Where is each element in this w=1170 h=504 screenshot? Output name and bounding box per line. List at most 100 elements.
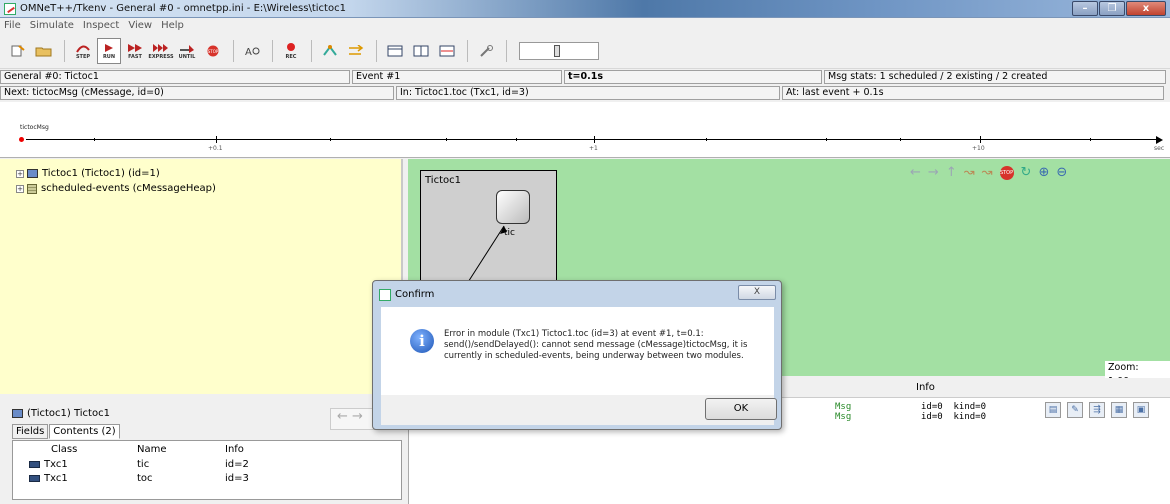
table-row[interactable]: Txc1 — [29, 459, 68, 470]
message-heap-icon — [27, 183, 37, 194]
log-msg-name: Msg — [835, 412, 852, 422]
minimize-button[interactable]: – — [1072, 1, 1098, 16]
log-msg-info: id=0 kind=0 — [921, 402, 987, 412]
timeline-message-label[interactable]: tictocMsg — [20, 124, 49, 131]
info-icon: i — [410, 329, 434, 353]
find-icon: A — [245, 47, 260, 57]
up-arrow-icon[interactable]: ↑ — [946, 165, 957, 180]
back-arrow-icon[interactable]: ← — [910, 165, 921, 180]
timeline-tick — [980, 136, 981, 143]
tree-item-tictoc1[interactable]: + Tictoc1 (Tictoc1) (id=1) — [16, 168, 160, 179]
canvas-toolbar: ← → ↑ ↝ ↝ STOP ↻ ⊕ ⊖ — [910, 165, 1074, 180]
zoom-in-icon[interactable]: ⊕ — [1038, 165, 1049, 180]
svg-text:A: A — [245, 47, 252, 57]
tab-contents[interactable]: Contents (2) — [49, 424, 120, 439]
tree-item-scheduled-events[interactable]: + scheduled-events (cMessageHeap) — [16, 183, 216, 194]
table-row[interactable]: Txc1 — [29, 473, 68, 484]
express-button[interactable]: EXPRESS — [148, 38, 174, 64]
column-header-info[interactable]: Info — [225, 444, 244, 455]
row-info: id=3 — [225, 473, 249, 484]
close-button[interactable]: x — [1126, 1, 1166, 16]
status-row-2: Next: tictocMsg (cMessage, id=0) In: Tic… — [0, 86, 1170, 100]
timeline-tick — [594, 136, 595, 143]
ok-button[interactable]: OK — [705, 398, 777, 420]
menu-view[interactable]: View — [128, 18, 152, 33]
menu-file[interactable]: File — [4, 18, 21, 33]
slider-thumb[interactable] — [554, 44, 560, 57]
tick-label: +10 — [972, 145, 985, 152]
dialog-message: Error in module (Txc1) Tictoc1.toc (id=3… — [444, 329, 748, 361]
row-name: toc — [137, 473, 153, 484]
menu-inspect[interactable]: Inspect — [83, 18, 119, 33]
inspector-tabs: Fields Contents (2) — [12, 424, 121, 439]
filter-icon[interactable]: ⇶ — [1089, 402, 1105, 418]
maximize-button[interactable]: ❐ — [1099, 1, 1125, 16]
run-button[interactable]: RUN — [97, 37, 121, 64]
redraw-icon[interactable]: ↝ — [964, 165, 975, 180]
until-button[interactable]: UNTIL — [175, 38, 199, 64]
stop-module-icon[interactable]: STOP — [999, 165, 1014, 180]
window-layout-icon — [387, 45, 403, 56]
save-log-icon[interactable]: ▣ — [1133, 402, 1149, 418]
tree-view-button[interactable] — [318, 38, 342, 64]
tick-label: +1 — [589, 145, 598, 152]
menu-bar: File Simulate Inspect View Help — [0, 18, 1170, 33]
animation-speed-slider[interactable] — [519, 41, 599, 60]
dialog-close-button[interactable]: X — [738, 285, 776, 300]
forward-arrow-icon[interactable]: → — [352, 409, 363, 424]
expand-icon[interactable]: + — [16, 184, 24, 193]
toolbar-separator — [506, 39, 507, 62]
find-objects-button[interactable]: A — [240, 38, 264, 64]
until-label: UNTIL — [178, 53, 196, 60]
menu-help[interactable]: Help — [161, 18, 184, 33]
next-module-status: In: Tictoc1.toc (Txc1, id=3) — [396, 86, 780, 100]
animate-icon[interactable]: ↝ — [982, 165, 993, 180]
next-time-status: At: last event + 0.1s — [782, 86, 1164, 100]
info-column-header[interactable]: Info — [916, 382, 935, 393]
copy-icon[interactable]: ▤ — [1045, 402, 1061, 418]
relayout-icon[interactable]: ↻ — [1021, 165, 1032, 180]
forward-arrow-icon[interactable]: → — [928, 165, 939, 180]
stop-button[interactable]: STOP — [201, 38, 225, 64]
layout-full-button[interactable] — [383, 38, 407, 64]
timeline-tick — [826, 138, 827, 141]
timeline-axis — [26, 139, 1158, 140]
layout-icon[interactable]: ▦ — [1111, 402, 1127, 418]
step-button[interactable]: STEP — [71, 38, 95, 64]
dialog-title: Confirm — [395, 289, 435, 300]
toolbar-separator — [233, 39, 234, 62]
tree-item-label: scheduled-events (cMessageHeap) — [41, 183, 216, 194]
column-header-class[interactable]: Class — [51, 444, 77, 455]
zoom-out-icon[interactable]: ⊖ — [1056, 165, 1067, 180]
toolbar-separator — [272, 39, 273, 62]
open-file-button[interactable] — [32, 38, 56, 64]
inspect-button[interactable] — [344, 38, 368, 64]
find-log-icon[interactable]: ✎ — [1067, 402, 1083, 418]
module-icon — [12, 409, 23, 418]
omnet-app-icon — [4, 3, 16, 15]
record-button[interactable]: REC — [279, 38, 303, 64]
fast-button[interactable]: FAST — [123, 38, 147, 64]
layout-split-button[interactable] — [409, 38, 433, 64]
column-header-name[interactable]: Name — [137, 444, 167, 455]
row-class: Txc1 — [44, 459, 68, 470]
load-ned-button[interactable] — [6, 38, 30, 64]
back-arrow-icon[interactable]: ← — [337, 409, 348, 424]
event-timeline[interactable]: tictocMsg +0.1 +1 +10 sec — [0, 102, 1170, 158]
timeline-tick — [330, 138, 331, 141]
tab-fields[interactable]: Fields — [12, 424, 49, 439]
timeline-message-dot[interactable] — [19, 137, 24, 142]
timeline-toggle-button[interactable] — [435, 38, 459, 64]
svg-text:STOP: STOP — [208, 49, 219, 54]
stop-icon: STOP — [207, 45, 219, 56]
object-tree: + Tictoc1 (Tictoc1) (id=1) + scheduled-e… — [0, 159, 403, 394]
tic-module-node[interactable] — [496, 190, 530, 224]
expand-icon[interactable]: + — [16, 169, 24, 178]
toolbar-separator — [311, 39, 312, 62]
status-row-1: General #0: Tictoc1 Event #1 t=0.1s Msg … — [0, 70, 1170, 84]
next-event-status: Next: tictocMsg (cMessage, id=0) — [0, 86, 394, 100]
fast-label: FAST — [128, 53, 142, 60]
menu-simulate[interactable]: Simulate — [30, 18, 74, 33]
timeline-unit: sec — [1154, 145, 1165, 152]
options-button[interactable] — [474, 38, 498, 64]
